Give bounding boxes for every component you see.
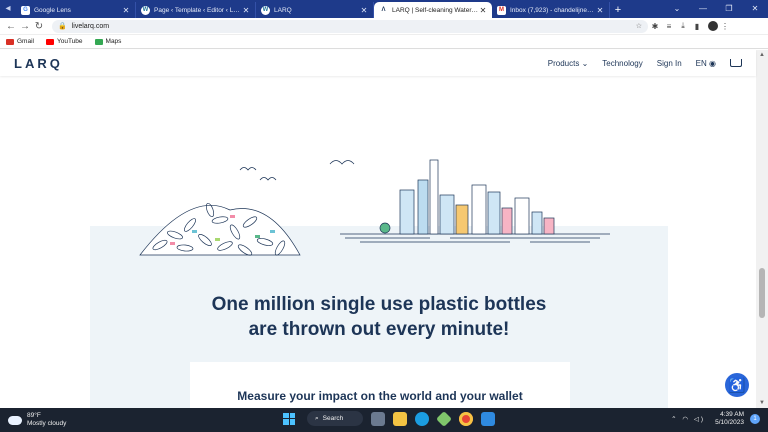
tab-strip: ◂ G Google Lens ✕ W Page ‹ Template ‹ Ed… xyxy=(0,0,768,18)
bookmark-label: YouTube xyxy=(56,38,83,45)
bookmark-star-icon[interactable]: ☆ xyxy=(636,22,642,30)
google-icon: G xyxy=(21,5,30,15)
headline-line-2: are thrown out every minute! xyxy=(248,319,510,340)
url-text: livelarq.com xyxy=(71,22,110,30)
nav-sign-in[interactable]: Sign In xyxy=(657,59,682,68)
close-icon[interactable]: ✕ xyxy=(122,6,130,15)
close-window-icon[interactable]: ✕ xyxy=(742,0,768,18)
weather-widget[interactable]: 89°F Mostly cloudy xyxy=(5,412,67,428)
tab-title: LARQ xyxy=(274,6,292,14)
nav-products[interactable]: Products ⌄ xyxy=(548,59,589,68)
file-explorer-icon[interactable] xyxy=(393,411,407,426)
extensions-icon[interactable]: ✱ xyxy=(648,22,662,31)
tab-search-icon[interactable]: ◂ xyxy=(0,0,16,18)
tab-title: Inbox (7,923) - chandelijnecaratu xyxy=(510,6,596,14)
tab-title: Page ‹ Template ‹ Editor ‹ LARQ xyxy=(154,6,242,14)
lock-icon[interactable]: 🔒 xyxy=(58,22,67,30)
vscode-icon[interactable] xyxy=(481,411,495,426)
system-tray: ⌃ ◠ ◁) 4:39 AM 5/10/2023 1 xyxy=(671,411,760,427)
bookmark-maps[interactable]: Maps xyxy=(94,38,122,45)
taskbar-search[interactable]: ⌕ Search xyxy=(307,411,363,426)
windows-taskbar: 89°F Mostly cloudy ⌕ Search ⌃ ◠ ◁) 4:39 … xyxy=(0,408,768,432)
close-icon[interactable]: ✕ xyxy=(360,6,368,15)
media-icon[interactable]: ≡ xyxy=(662,22,676,31)
profile-avatar[interactable] xyxy=(708,21,718,31)
tab-editor[interactable]: W Page ‹ Template ‹ Editor ‹ LARQ ✕ xyxy=(136,2,256,18)
tab-larq-active[interactable]: Λ LARQ | Self-cleaning Water Bottle ✕ xyxy=(374,2,492,18)
wordpress-icon: W xyxy=(141,5,150,15)
url-input[interactable]: 🔒 livelarq.com ☆ xyxy=(52,19,648,33)
tab-google-lens[interactable]: G Google Lens ✕ xyxy=(16,2,136,18)
site-header: LARQ Products ⌄ Technology Sign In EN ◉ xyxy=(0,50,756,76)
restore-icon[interactable]: ❐ xyxy=(716,0,742,18)
youtube-icon xyxy=(45,38,54,45)
forward-icon[interactable]: → xyxy=(18,21,32,32)
headline-line-1: One million single use plastic bottles xyxy=(211,294,547,315)
language-selector[interactable]: EN ◉ xyxy=(696,59,716,68)
new-tab-button[interactable]: + xyxy=(610,2,626,18)
page-headline: One million single use plastic bottles a… xyxy=(90,292,668,342)
impact-card-title: Measure your impact on the world and you… xyxy=(237,389,523,403)
task-view-icon[interactable] xyxy=(371,411,385,426)
reload-icon[interactable]: ↻ xyxy=(32,21,46,32)
address-bar: ← → ↻ 🔒 livelarq.com ☆ ✱ ≡ ⤓ ▮ ⋮ xyxy=(0,18,768,35)
cart-icon[interactable] xyxy=(730,59,742,67)
menu-icon[interactable]: ⋮ xyxy=(718,22,732,31)
tab-larq-wp[interactable]: W LARQ ✕ xyxy=(256,2,374,18)
notification-badge[interactable]: 1 xyxy=(750,414,760,424)
scroll-down-icon[interactable]: ▼ xyxy=(756,398,768,408)
search-label: Search xyxy=(322,415,344,422)
gmail-icon xyxy=(6,38,14,45)
taskbar-apps: ⌕ Search xyxy=(283,410,503,427)
store-icon[interactable] xyxy=(436,410,452,427)
minimize-icon[interactable]: — xyxy=(690,0,716,18)
wordpress-icon: W xyxy=(261,5,270,15)
nav-technology[interactable]: Technology xyxy=(602,59,642,68)
scroll-up-icon[interactable]: ▲ xyxy=(756,50,768,60)
gmail-icon: M xyxy=(497,5,506,15)
back-icon[interactable]: ← xyxy=(4,21,18,32)
larq-logo[interactable]: LARQ xyxy=(14,56,63,71)
search-icon: ⌕ xyxy=(315,414,319,422)
accessibility-icon[interactable]: ♿ xyxy=(725,373,749,397)
maps-icon xyxy=(94,38,103,45)
bookmark-label: Gmail xyxy=(17,38,34,45)
tab-gmail[interactable]: M Inbox (7,923) - chandelijnecaratu ✕ xyxy=(492,2,610,18)
download-icon[interactable]: ⤓ xyxy=(676,21,690,31)
bookmark-gmail[interactable]: Gmail xyxy=(6,38,34,45)
windows-start-icon[interactable] xyxy=(283,412,295,425)
tab-list-icon[interactable]: ⌄ xyxy=(664,0,690,18)
window-controls: ⌄ — ❐ ✕ xyxy=(664,0,768,18)
plastic-bottles-city-illustration xyxy=(139,159,610,256)
site-nav: Products ⌄ Technology Sign In EN ◉ xyxy=(534,59,742,68)
scrollbar-thumb[interactable] xyxy=(759,268,765,318)
page-content: One million single use plastic bottles a… xyxy=(0,76,756,408)
cloud-icon xyxy=(5,412,22,425)
close-icon[interactable]: ✕ xyxy=(242,6,250,15)
chrome-icon[interactable] xyxy=(459,411,473,426)
bookmarks-bar: Gmail YouTube Maps xyxy=(0,35,768,49)
bookmark-youtube[interactable]: YouTube xyxy=(45,38,83,45)
side-panel-icon[interactable]: ▮ xyxy=(690,22,704,31)
larq-icon: Λ xyxy=(381,7,386,13)
temperature: 89°F xyxy=(27,412,41,419)
bookmark-label: Maps xyxy=(105,38,122,45)
time: 4:39 AM xyxy=(720,411,744,418)
weather-condition: Mostly cloudy xyxy=(27,420,67,427)
tab-title: Google Lens xyxy=(34,6,71,14)
close-icon[interactable]: ✕ xyxy=(596,6,604,15)
tray-icons[interactable]: ⌃ ◠ ◁) xyxy=(671,415,705,423)
tab-title: LARQ | Self-cleaning Water Bottle xyxy=(392,6,479,14)
edge-icon[interactable] xyxy=(415,411,429,426)
clock[interactable]: 4:39 AM 5/10/2023 xyxy=(715,411,744,427)
date: 5/10/2023 xyxy=(715,419,744,426)
close-icon[interactable]: ✕ xyxy=(479,6,487,15)
page-scrollbar[interactable]: ▲ ▼ xyxy=(756,50,768,408)
